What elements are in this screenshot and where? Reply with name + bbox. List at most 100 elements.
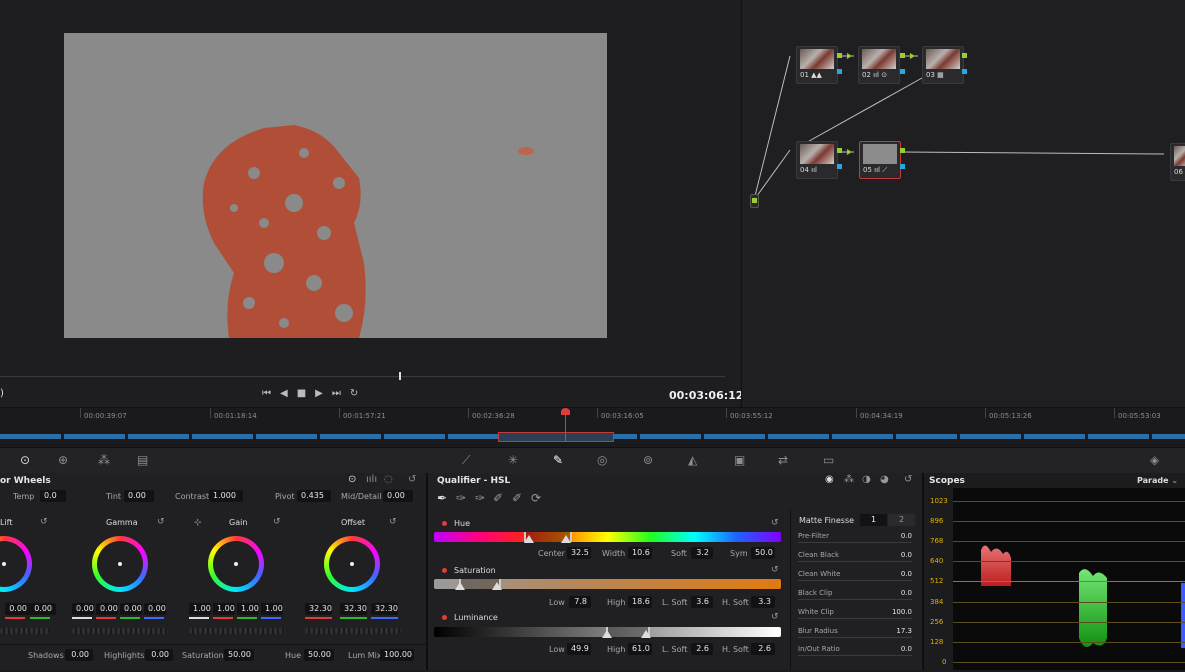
hue-enable-dot[interactable] <box>442 521 447 526</box>
lum-handle-right[interactable] <box>641 630 651 638</box>
scrub-handle[interactable] <box>399 372 401 380</box>
eyedropper-plus-icon[interactable]: ✑ <box>475 491 485 505</box>
lum-handle-left[interactable] <box>602 630 612 638</box>
invert-icon[interactable]: ⟳ <box>531 491 541 505</box>
mf-value[interactable]: 100.0 <box>892 608 912 616</box>
offset-master-slider[interactable] <box>305 628 401 634</box>
node-03[interactable]: 03 ▦ <box>922 46 964 84</box>
hue-center-field[interactable]: 32.5 <box>567 547 591 559</box>
gamma-wheel[interactable] <box>92 536 148 592</box>
primaries-bars-icon[interactable]: ıılı <box>366 474 377 485</box>
hue-bar[interactable] <box>434 532 781 542</box>
hdr-wheels-icon[interactable]: ⊕ <box>58 453 68 467</box>
mf-value[interactable]: 0.0 <box>901 532 912 540</box>
mf-value[interactable]: 0.0 <box>901 589 912 597</box>
skip-end-icon[interactable]: ⏭ <box>332 388 350 399</box>
mf-value[interactable]: 0.0 <box>901 551 912 559</box>
lum-hsoft-field[interactable]: 2.6 <box>751 643 775 655</box>
node-output-dot[interactable] <box>837 148 842 153</box>
mini-timeline[interactable]: 00:00:39:07 00:01:18:14 00:01:57:21 00:0… <box>0 407 1185 446</box>
contrast-field[interactable]: 1.000 <box>209 490 243 502</box>
node-06[interactable]: 06 <box>1170 143 1185 181</box>
node-05-selected[interactable]: 05 ııl ⟋ <box>859 141 901 179</box>
gain-wheel[interactable] <box>208 536 264 592</box>
node-02[interactable]: 02 ııl ⊙ <box>858 46 900 84</box>
sizing-icon[interactable]: ⇄ <box>778 453 788 467</box>
node-output-dot[interactable] <box>962 53 967 58</box>
pivot-field[interactable]: 0.435 <box>297 490 331 502</box>
stop-icon[interactable]: ■ <box>297 388 315 399</box>
node-04[interactable]: 04 ııl <box>796 141 838 179</box>
scope-mode-select[interactable]: Parade ⌄ <box>1137 476 1178 485</box>
mf-tab-2[interactable]: 2 <box>888 514 915 526</box>
mf-value[interactable]: 17.3 <box>896 627 912 635</box>
node-key-output-dot[interactable] <box>837 69 842 74</box>
temp-field[interactable]: 0.0 <box>40 490 66 502</box>
gamma-reset-icon[interactable]: ↺ <box>157 517 165 527</box>
qualifier-3d-icon[interactable]: ◕ <box>880 474 889 485</box>
shadows-field[interactable]: 0.00 <box>65 649 93 661</box>
offset-value[interactable]: 32.30 <box>305 603 332 615</box>
node-key-output-dot[interactable] <box>900 164 905 169</box>
hue-sym-field[interactable]: 50.0 <box>751 547 775 559</box>
primaries-wheels-icon[interactable]: ⊙ <box>348 474 356 485</box>
node-editor[interactable]: 01 ▲▲ 02 ııl ⊙ 03 ▦ 04 ııl 05 ııl ⟋ 06 <box>741 0 1185 407</box>
hue-soft-field[interactable]: 3.2 <box>691 547 713 559</box>
hue-width-field[interactable]: 10.6 <box>628 547 652 559</box>
lum-low-field[interactable]: 49.9 <box>567 643 591 655</box>
mf-row-prefilter[interactable]: Pre-Filter 0.0 <box>798 532 914 543</box>
gamma-value[interactable]: 0.00 <box>72 603 94 615</box>
node-01[interactable]: 01 ▲▲ <box>796 46 838 84</box>
gain-master-slider[interactable] <box>189 628 285 634</box>
sat-hsoft-field[interactable]: 3.3 <box>751 596 775 608</box>
gamma-value[interactable]: 0.00 <box>96 603 118 615</box>
mf-row-inout-ratio[interactable]: In/Out Ratio 0.0 <box>798 645 914 656</box>
speaker-icon[interactable]: ) <box>0 388 4 399</box>
mf-row-white-clip[interactable]: White Clip 100.0 <box>798 608 914 619</box>
source-input[interactable] <box>750 194 759 208</box>
offset-value[interactable]: 32.30 <box>371 603 398 615</box>
mf-value[interactable]: 0.0 <box>901 570 912 578</box>
node-output-dot[interactable] <box>900 148 905 153</box>
feather-minus-icon[interactable]: ✐ <box>493 491 503 505</box>
gamma-value[interactable]: 0.00 <box>120 603 142 615</box>
picker-icon[interactable]: ⊹ <box>194 518 202 528</box>
hue-reset-icon[interactable]: ↺ <box>771 518 779 528</box>
lum-lsoft-field[interactable]: 2.6 <box>691 643 713 655</box>
gain-value[interactable]: 1.00 <box>213 603 235 615</box>
saturation-field[interactable]: 50.00 <box>224 649 254 661</box>
gain-value[interactable]: 1.00 <box>189 603 211 615</box>
color-wheels-icon[interactable]: ⊙ <box>20 453 30 467</box>
gain-value[interactable]: 1.00 <box>261 603 283 615</box>
motion-effects-icon[interactable]: ▤ <box>137 453 148 467</box>
lum-enable-dot[interactable] <box>442 615 447 620</box>
qualifier-mode-icon[interactable]: ◉ <box>825 474 834 485</box>
node-key-output-dot[interactable] <box>900 69 905 74</box>
curves-icon[interactable]: ⟋ <box>462 453 470 468</box>
node-key-output-dot[interactable] <box>837 164 842 169</box>
qualifier-reset-icon[interactable]: ↺ <box>904 474 912 485</box>
middetail-field[interactable]: 0.00 <box>383 490 413 502</box>
lummix-field[interactable]: 100.00 <box>380 649 414 661</box>
sat-handle-left[interactable] <box>455 582 465 590</box>
step-back-icon[interactable]: ◀ <box>280 388 297 399</box>
sat-enable-dot[interactable] <box>442 568 447 573</box>
offset-reset-icon[interactable]: ↺ <box>389 517 397 527</box>
3d-icon[interactable]: ▭ <box>823 453 834 467</box>
playhead-line[interactable] <box>565 411 566 441</box>
lift-reset-icon[interactable]: ↺ <box>40 517 48 527</box>
node-key-output-dot[interactable] <box>962 69 967 74</box>
mf-tab-1[interactable]: 1 <box>860 514 887 526</box>
tracker-icon[interactable]: ⊚ <box>643 453 653 467</box>
sat-low-field[interactable]: 7.8 <box>569 596 591 608</box>
offset-wheel[interactable] <box>324 536 380 592</box>
mf-row-black-clip[interactable]: Black Clip 0.0 <box>798 589 914 600</box>
viewer-frame[interactable] <box>64 33 607 338</box>
node-output-dot[interactable] <box>837 53 842 58</box>
offset-value[interactable]: 32.30 <box>340 603 367 615</box>
current-clip[interactable] <box>498 432 614 442</box>
keyframes-icon[interactable]: ◈ <box>1150 453 1159 467</box>
sat-handle-right[interactable] <box>492 582 502 590</box>
mf-row-clean-white[interactable]: Clean White 0.0 <box>798 570 914 581</box>
scrub-bar[interactable] <box>0 376 725 377</box>
